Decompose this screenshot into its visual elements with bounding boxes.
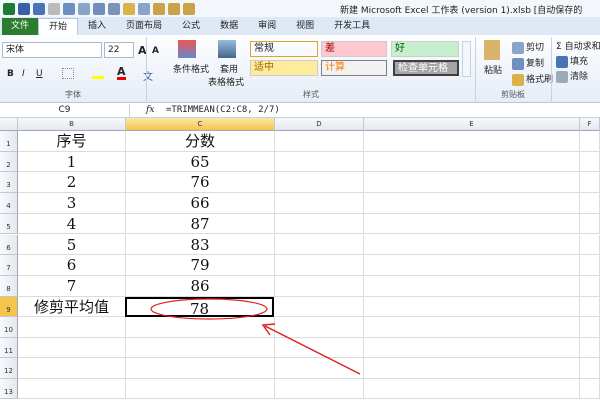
fill-button[interactable]: 填充 [556, 54, 588, 68]
conditional-format-icon [178, 40, 196, 58]
title-bar: 新建 Microsoft Excel 工作表 (version 1).xlsb … [0, 0, 600, 17]
shrink-font-button[interactable]: A [152, 46, 159, 56]
cut-label: 剪切 [526, 43, 545, 53]
styles-scroll-icon[interactable] [462, 41, 471, 77]
quick-access-icon[interactable] [108, 2, 120, 15]
format-painter-label: 格式刷 [526, 75, 554, 85]
tab-view[interactable]: 视图 [286, 18, 324, 35]
conditional-format-button[interactable]: 条件格式 [173, 62, 209, 75]
print-preview-icon[interactable] [93, 2, 105, 15]
format-painter-icon[interactable] [123, 2, 135, 15]
cell-style-neutral[interactable]: 适中 [250, 60, 318, 76]
cell-style-normal[interactable]: 常规 [250, 41, 318, 57]
phonetic-button[interactable]: 文 [143, 68, 153, 83]
fill-color-icon[interactable] [92, 68, 104, 79]
bold-button[interactable]: B [7, 69, 14, 79]
save-icon[interactable] [18, 2, 30, 15]
fill-label: 填充 [570, 57, 589, 67]
tab-home[interactable]: 开始 [38, 18, 79, 35]
quick-access-icon[interactable] [153, 2, 165, 15]
quick-access-icon[interactable] [183, 2, 195, 15]
tab-data[interactable]: 数据 [210, 18, 248, 35]
clipboard-group-label: 剪贴板 [501, 90, 525, 99]
divider [551, 37, 552, 101]
clear-label: 清除 [570, 72, 589, 82]
redo-icon[interactable] [48, 2, 60, 15]
fill-down-icon [556, 55, 568, 68]
table-format-icon [218, 40, 236, 58]
quick-access-icon[interactable] [63, 2, 75, 15]
table-format-button-line2[interactable]: 表格格式 [208, 75, 244, 88]
window-title: 新建 Microsoft Excel 工作表 (version 1).xlsb … [340, 6, 583, 16]
copy-label: 复制 [526, 59, 545, 69]
red-ellipse-annotation [150, 298, 268, 320]
italic-button[interactable]: I [22, 69, 25, 79]
ribbon-tabs: 文件 开始 插入 页面布局 公式 数据 审阅 视图 开发工具 [0, 17, 600, 35]
formula-input[interactable]: =TRIMMEAN(C2:C8, 2/7) [166, 104, 280, 117]
tab-insert[interactable]: 插入 [78, 18, 116, 35]
border-icon[interactable] [62, 68, 74, 79]
tab-developer[interactable]: 开发工具 [324, 18, 380, 35]
autosum-label: 自动求和 [564, 42, 600, 52]
clear-button[interactable]: 清除 [556, 69, 588, 83]
autosum-button[interactable]: Σ 自动求和 [556, 39, 600, 52]
undo-icon[interactable] [33, 2, 45, 15]
underline-button[interactable]: U [36, 69, 43, 79]
font-name-select[interactable]: 宋体 [2, 42, 102, 58]
formula-bar: C9 fx =TRIMMEAN(C2:C8, 2/7) [0, 104, 600, 118]
tab-review[interactable]: 审阅 [248, 18, 286, 35]
annotation-layer [150, 298, 361, 375]
cell-style-check-cell[interactable]: 检查单元格 [393, 60, 459, 76]
scissors-icon [512, 41, 524, 54]
cut-button[interactable]: 剪切 [512, 40, 544, 54]
copy-icon [512, 57, 524, 70]
tab-file[interactable]: 文件 [2, 18, 38, 35]
spreadsheet-grid: B C D E F 1 序号 分数 2 1 65 3 2 76 4 3 66 5 4 87 6 5 83 7 6 79 8… [0, 118, 600, 400]
quick-access-icon[interactable] [168, 2, 180, 15]
quick-access-icon[interactable] [78, 2, 90, 15]
quick-access-icon[interactable] [138, 2, 150, 15]
font-group-label: 字体 [65, 90, 81, 99]
eraser-icon [556, 70, 568, 83]
paste-icon [484, 40, 500, 60]
tab-formulas[interactable]: 公式 [172, 18, 210, 35]
table-format-button-line1[interactable]: 套用 [220, 62, 238, 75]
name-box[interactable]: C9 [0, 104, 130, 118]
format-painter-button[interactable]: 格式刷 [512, 72, 553, 86]
copy-button[interactable]: 复制 [512, 56, 544, 70]
sigma-icon: Σ [556, 42, 565, 52]
styles-group-label: 样式 [303, 90, 319, 99]
font-size-select[interactable]: 22 [104, 42, 134, 58]
cell-style-bad[interactable]: 差 [321, 41, 387, 57]
divider [146, 37, 147, 101]
cell-style-calculation[interactable]: 计算 [321, 60, 387, 76]
paste-button[interactable]: 粘贴 [484, 63, 502, 76]
insert-function-button[interactable]: fx [146, 104, 154, 117]
cell-style-good[interactable]: 好 [391, 41, 459, 57]
excel-logo-icon [3, 2, 15, 15]
font-color-button[interactable]: A [117, 66, 126, 80]
brush-icon [512, 73, 524, 86]
tab-page-layout[interactable]: 页面布局 [116, 18, 172, 35]
red-arrow-annotation [264, 325, 361, 375]
ribbon: 宋体 22 A A B I U A 文 字体 条件格式 套用 表格格式 常规 差… [0, 35, 600, 103]
